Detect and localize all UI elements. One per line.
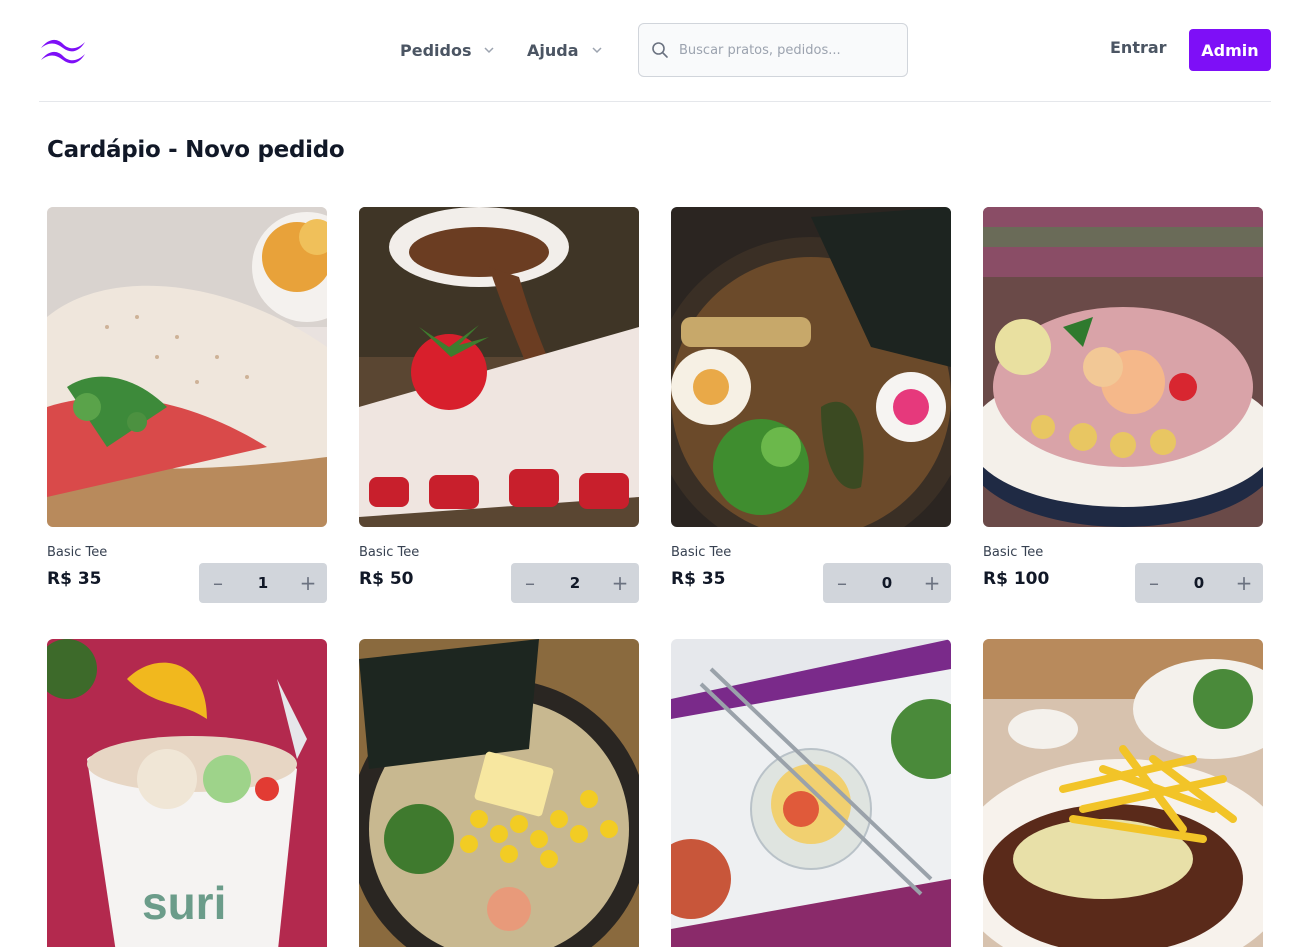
quantity-stepper: – 1 + xyxy=(199,563,327,603)
dish-image[interactable]: suri xyxy=(47,639,327,947)
dish-image[interactable] xyxy=(671,639,951,947)
nav-pedidos-dropdown[interactable]: Pedidos xyxy=(400,38,495,62)
chevron-down-icon xyxy=(591,47,602,54)
salad-image xyxy=(671,639,951,947)
ceviche-cup-image: suri xyxy=(47,639,327,947)
logo-icon[interactable] xyxy=(39,34,87,64)
plus-icon[interactable]: + xyxy=(297,572,319,594)
plus-icon[interactable]: + xyxy=(921,572,943,594)
minus-icon[interactable]: – xyxy=(207,572,229,594)
steak-image xyxy=(983,639,1263,947)
dish-price: R$ 50 xyxy=(359,569,414,589)
quantity-stepper: – 0 + xyxy=(1135,563,1263,603)
minus-icon[interactable]: – xyxy=(1143,572,1165,594)
dish-image[interactable] xyxy=(983,207,1263,527)
dish-image[interactable] xyxy=(359,639,639,947)
dish-image[interactable] xyxy=(671,207,951,527)
dish-price: R$ 100 xyxy=(983,569,1050,589)
dish-image[interactable] xyxy=(983,639,1263,947)
nav-ajuda-dropdown[interactable]: Ajuda xyxy=(527,38,603,62)
menu-card: Basic Tee R$ 35 – 0 + xyxy=(671,207,951,603)
quantity-stepper: – 0 + xyxy=(823,563,951,603)
dish-name: Basic Tee xyxy=(359,545,420,560)
menu-grid: Basic Tee R$ 35 – 1 + Basic Tee R$ 50 – … xyxy=(47,207,1263,947)
minus-icon[interactable]: – xyxy=(519,572,541,594)
quantity-value[interactable]: 0 xyxy=(867,574,907,592)
dish-image[interactable] xyxy=(359,207,639,527)
admin-button[interactable]: Admin xyxy=(1189,29,1271,71)
menu-card xyxy=(671,639,951,947)
menu-card: Basic Tee R$ 100 – 0 + xyxy=(983,207,1263,603)
nav-ajuda-label: Ajuda xyxy=(527,40,579,60)
ramen-image xyxy=(671,207,951,527)
menu-card: Basic Tee R$ 35 – 1 + xyxy=(47,207,327,603)
minus-icon[interactable]: – xyxy=(831,572,853,594)
page-title: Cardápio - Novo pedido xyxy=(47,137,345,163)
plus-icon[interactable]: + xyxy=(1233,572,1255,594)
corn-ramen-image xyxy=(359,639,639,947)
ceviche-image xyxy=(983,207,1263,527)
dish-name: Basic Tee xyxy=(983,545,1044,560)
dish-image[interactable] xyxy=(47,207,327,527)
wrap-image xyxy=(47,207,327,527)
quantity-value[interactable]: 2 xyxy=(555,574,595,592)
nav-pedidos-label: Pedidos xyxy=(400,40,472,60)
search-box xyxy=(638,23,908,77)
svg-text:suri: suri xyxy=(142,877,226,929)
menu-card: Basic Tee R$ 50 – 2 + xyxy=(359,207,639,603)
search-input[interactable] xyxy=(679,42,899,58)
crepe-image xyxy=(359,207,639,527)
top-navbar: Pedidos Ajuda Entrar Admin xyxy=(39,0,1271,102)
quantity-value[interactable]: 0 xyxy=(1179,574,1219,592)
login-link[interactable]: Entrar xyxy=(1110,38,1167,57)
quantity-value[interactable]: 1 xyxy=(243,574,283,592)
menu-card xyxy=(983,639,1263,947)
dish-price: R$ 35 xyxy=(47,569,102,589)
search-icon xyxy=(652,42,668,58)
dish-name: Basic Tee xyxy=(47,545,108,560)
quantity-stepper: – 2 + xyxy=(511,563,639,603)
dish-name: Basic Tee xyxy=(671,545,732,560)
plus-icon[interactable]: + xyxy=(609,572,631,594)
chevron-down-icon xyxy=(484,47,495,54)
menu-card xyxy=(359,639,639,947)
dish-price: R$ 35 xyxy=(671,569,726,589)
menu-card: suri xyxy=(47,639,327,947)
